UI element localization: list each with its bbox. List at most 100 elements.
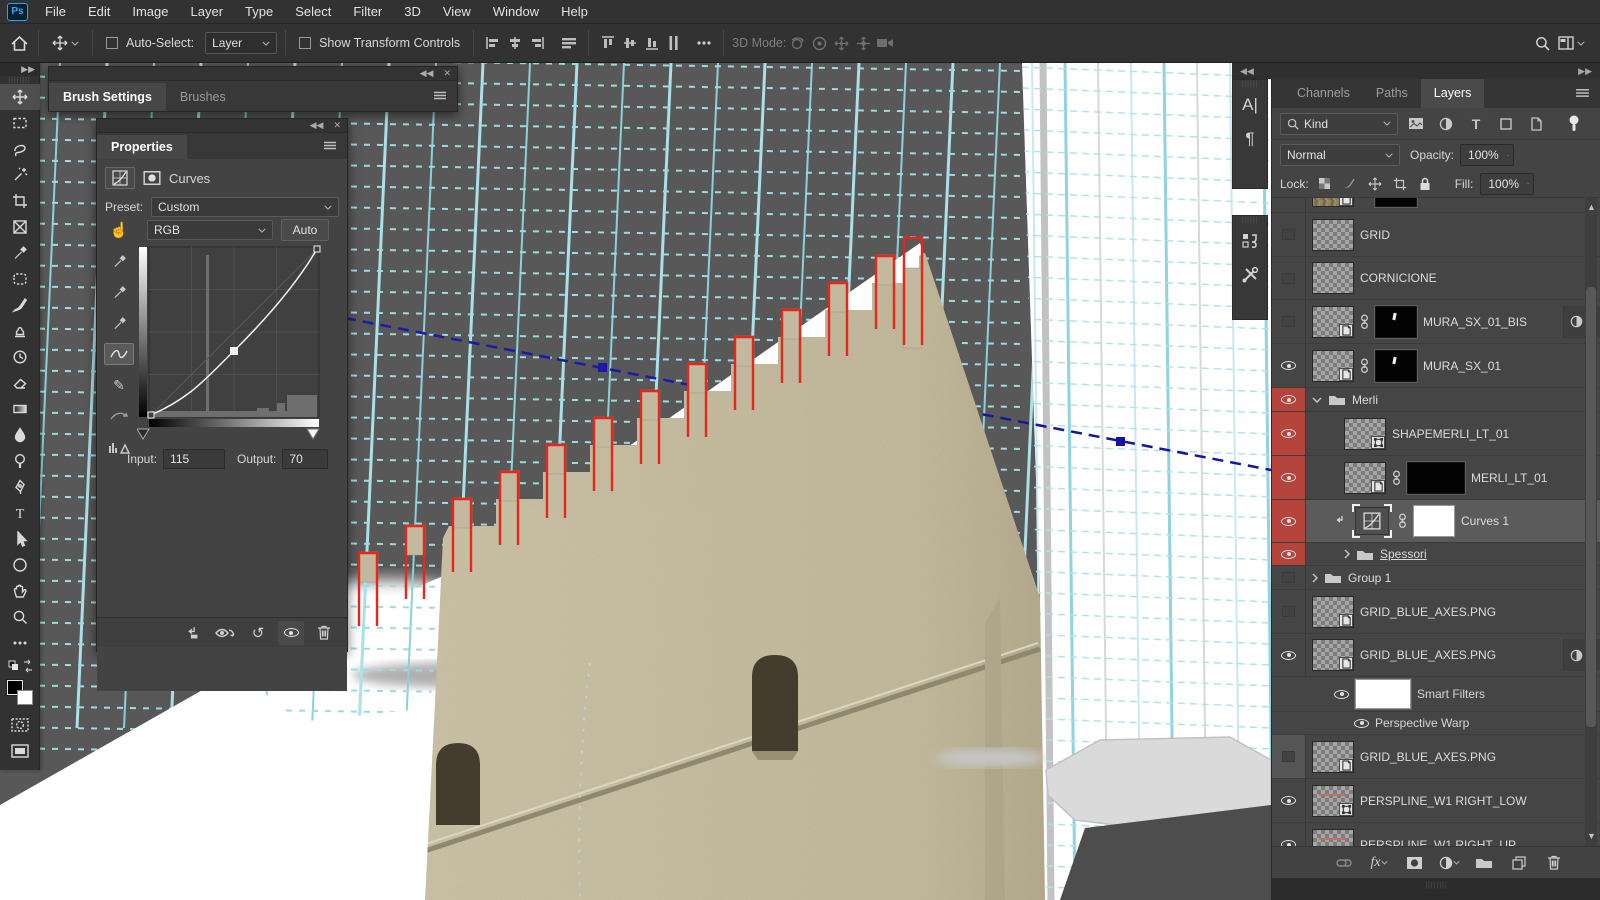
visibility-toggle[interactable] [1272,500,1306,542]
healing-patch-tool[interactable] [0,266,40,292]
layer-thumbnail[interactable] [1312,639,1354,671]
crop-tool[interactable] [0,188,40,214]
layer-row[interactable]: GRID_BLUE_AXES.PNG [1272,590,1600,634]
align-bottom-edges-icon[interactable] [641,32,663,54]
layer-mask-thumbnail[interactable] [1413,505,1455,537]
close-panel-icon[interactable]: ✕ [443,68,451,79]
default-swap-colors[interactable] [0,656,40,676]
chevron-right-icon[interactable] [1312,573,1318,583]
filter-kind-dropdown[interactable]: Kind [1280,113,1398,135]
adjustment-thumbnail[interactable] [1352,504,1392,538]
auto-select-target-dropdown[interactable]: Layer [205,32,277,54]
layer-row[interactable]: GRID_BLUE_AXES.PNG [1272,735,1600,779]
expand-dock-icon[interactable]: ▶▶ [1578,66,1592,77]
group-name[interactable]: Spessori [1380,547,1427,561]
layer-thumbnail[interactable] [1312,741,1354,773]
marquee-tool[interactable] [0,110,40,136]
smart-filters-row[interactable]: Smart Filters [1272,677,1600,712]
menu-select[interactable]: Select [284,0,342,24]
magic-wand-tool[interactable] [0,162,40,188]
filter-adjustment-layers-icon[interactable] [1434,114,1458,134]
checkbox[interactable] [299,37,311,49]
lock-transparency-icon[interactable] [1316,174,1334,194]
scroll-down-icon[interactable]: ▼ [1587,831,1596,841]
more-options-icon[interactable] [693,32,715,54]
glyphs-panel-icon[interactable] [1232,224,1268,258]
smooth-curve-icon[interactable] [104,405,134,427]
visibility-toggle[interactable] [1272,388,1306,411]
visibility-toggle[interactable] [1354,719,1369,728]
layer-mask-thumbnail[interactable] [1375,198,1417,207]
delete-layer-icon[interactable] [1541,851,1567,875]
blur-tool[interactable] [0,422,40,448]
channel-dropdown[interactable]: RGB [147,220,273,240]
layer-thumbnail[interactable] [1344,462,1386,494]
menu-3d[interactable]: 3D [393,0,432,24]
collapse-panel-icon[interactable]: ◀◀ [310,120,324,131]
filter-toggle-pin[interactable] [1562,114,1586,134]
targeted-adjustment-icon[interactable]: ☝ [104,219,134,241]
layer-row[interactable]: MERLI_LT_01 [1272,456,1600,500]
layer-name[interactable]: GRID_BLUE_AXES.PNG [1360,605,1496,619]
chevron-down-icon[interactable] [1312,397,1322,403]
filter-pixel-layers-icon[interactable] [1404,114,1428,134]
visibility-toggle[interactable] [1272,779,1306,822]
layer-mask-thumbnail[interactable] [1375,306,1417,338]
lasso-tool[interactable] [0,136,40,162]
visibility-toggle[interactable] [1334,690,1349,699]
tab-brush-settings[interactable]: Brush Settings [49,83,166,111]
layer-thumbnail[interactable] [1312,785,1354,817]
tab-layers[interactable]: Layers [1421,79,1485,108]
menu-layer[interactable]: Layer [180,0,235,24]
layer-name[interactable]: PERSPLINE_W1 RIGHT_UP [1360,838,1516,847]
brush-tool[interactable] [0,292,40,318]
layer-name[interactable]: SHAPEMERLI_LT_01 [1392,427,1509,441]
hand-tool[interactable] [0,578,40,604]
layers-scrollbar[interactable] [1585,198,1597,846]
menu-window[interactable]: Window [482,0,550,24]
group-name[interactable]: Merli [1352,393,1378,407]
distribute-vertical-icon[interactable] [663,32,685,54]
visibility-toggle[interactable] [1272,257,1306,299]
visibility-toggle[interactable] [1272,412,1306,455]
lock-position-icon[interactable] [1366,174,1384,194]
home-button[interactable] [8,32,30,54]
layer-thumbnail[interactable] [1312,829,1354,847]
layer-name[interactable]: MERLI_LT_01 [1471,471,1547,485]
layer-row[interactable]: PERSPLINE_W1 RIGHT_LOW [1272,779,1600,823]
visibility-toggle[interactable] [1272,543,1306,565]
search-icon[interactable] [1531,32,1553,54]
fill-field[interactable]: 100% [1480,173,1534,195]
character-panel-icon[interactable]: A| [1232,88,1268,122]
visibility-toggle[interactable] [1272,213,1306,256]
menu-filter[interactable]: Filter [342,0,393,24]
checkbox[interactable] [106,37,118,49]
layer-thumbnail[interactable] [1344,418,1386,450]
input-field[interactable]: 115 [163,449,225,469]
delete-adjustment-icon[interactable] [311,621,337,645]
visibility-toggle[interactable] [1272,344,1306,387]
layer-row[interactable]: SHAPEMERLI_LT_01 [1272,412,1600,456]
eraser-tool[interactable] [0,370,40,396]
layer-mask-thumbnail[interactable] [1407,462,1465,494]
menu-type[interactable]: Type [234,0,284,24]
eyedropper-tool[interactable] [0,240,40,266]
perspective-warp-label[interactable]: Perspective Warp [1375,716,1469,730]
filter-smart-objects-icon[interactable] [1524,114,1548,134]
visibility-toggle[interactable] [1272,823,1306,846]
layer-name[interactable]: Curves 1 [1461,514,1509,528]
layer-style-icon[interactable]: fx [1366,851,1392,875]
tool-preset-move[interactable] [47,35,84,51]
distribute-horizontal-icon[interactable] [558,32,580,54]
edit-points-icon[interactable] [104,343,134,365]
gradient-tool[interactable] [0,396,40,422]
menu-file[interactable]: File [34,0,77,24]
tab-paths[interactable]: Paths [1363,79,1421,108]
align-horizontal-centers-icon[interactable] [504,32,526,54]
tool-presets-panel-icon[interactable] [1232,258,1268,292]
panel-menu-icon[interactable] [1575,88,1600,99]
menu-image[interactable]: Image [121,0,179,24]
panel-menu-icon[interactable] [323,141,347,151]
visibility-toggle[interactable] [1272,735,1306,778]
layer-row[interactable]: footage [1272,198,1600,213]
